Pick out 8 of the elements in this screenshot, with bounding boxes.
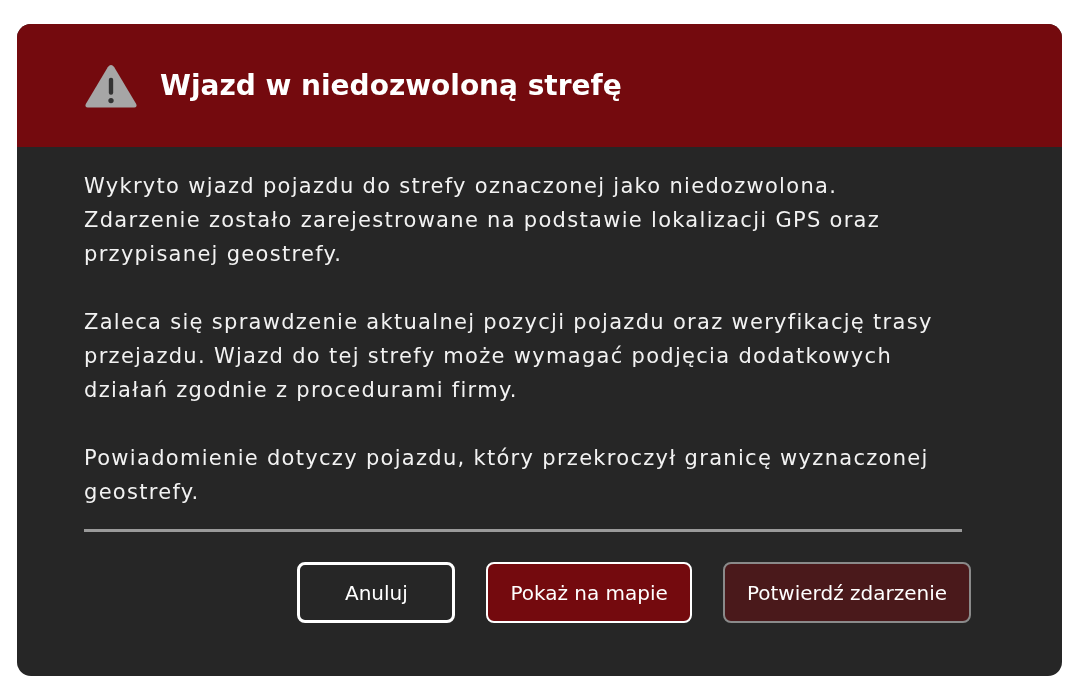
confirm-button[interactable]: Potwierdź zdarzenie	[722, 562, 971, 623]
warning-icon	[84, 63, 138, 108]
message-paragraph: Wykryto wjazd pojazdu do strefy oznaczonej jako niedozwolona. Zdarzenie zostało zarejestrowane na podstawie lokalizacji GPS oraz przypisanej geostrefy.	[84, 173, 882, 268]
show-on-map-button[interactable]: Pokaż na mapie	[486, 562, 692, 623]
dialog-title: Wjazd w niedozwoloną strefę	[160, 69, 622, 102]
message-paragraph: Zaleca się sprawdzenie aktualnej pozycji pojazdu oraz weryfikację trasy przejazdu. Wjazd do tej strefy może wymagać podjęcia dodatkowych działań zgodnie z procedurami firmy.	[84, 309, 934, 404]
message-paragraph: Powiadomienie dotyczy pojazdu, który przekroczył granicę wyznaczonej geostrefy.	[84, 445, 930, 506]
cancel-button[interactable]: Anuluj	[297, 562, 456, 623]
